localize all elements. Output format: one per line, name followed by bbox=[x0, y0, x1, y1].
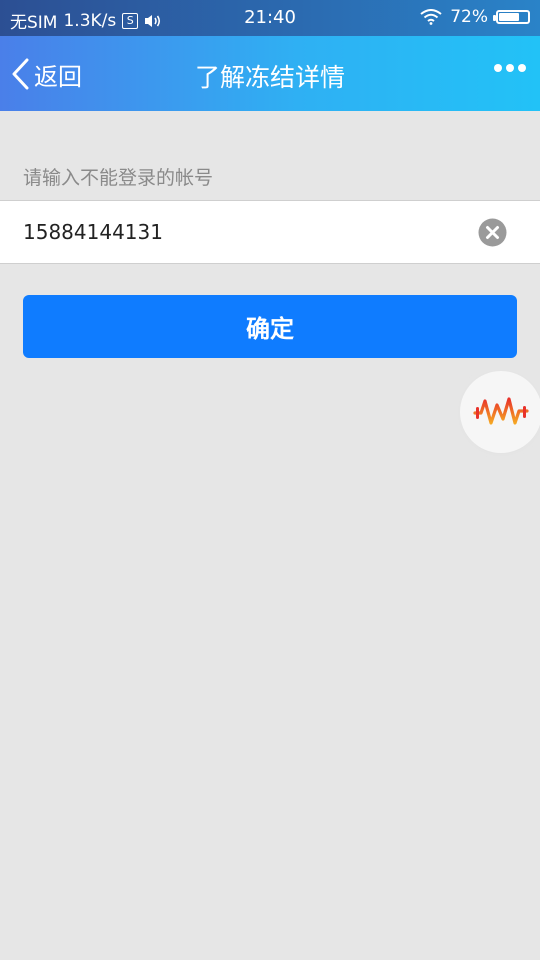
nav-bar: 返回 了解冻结详情 bbox=[0, 36, 540, 111]
floating-voice-button[interactable] bbox=[460, 371, 540, 453]
clear-circle-icon[interactable] bbox=[478, 218, 507, 247]
more-button[interactable] bbox=[494, 64, 526, 72]
voice-wave-icon bbox=[473, 397, 529, 425]
battery-icon bbox=[493, 10, 530, 24]
battery-percent: 72% bbox=[450, 7, 488, 27]
page-title: 了解冻结详情 bbox=[194, 63, 345, 92]
more-dots-icon bbox=[494, 64, 502, 72]
status-right: 72% bbox=[420, 7, 530, 27]
wifi-icon bbox=[420, 9, 442, 25]
confirm-button[interactable]: 确定 bbox=[23, 295, 517, 358]
account-input[interactable] bbox=[23, 201, 453, 263]
status-bar: 无SIM 1.3K/s S 21:40 72% bbox=[0, 0, 540, 36]
account-input-row bbox=[0, 200, 540, 264]
account-prompt: 请输入不能登录的帐号 bbox=[23, 167, 214, 189]
